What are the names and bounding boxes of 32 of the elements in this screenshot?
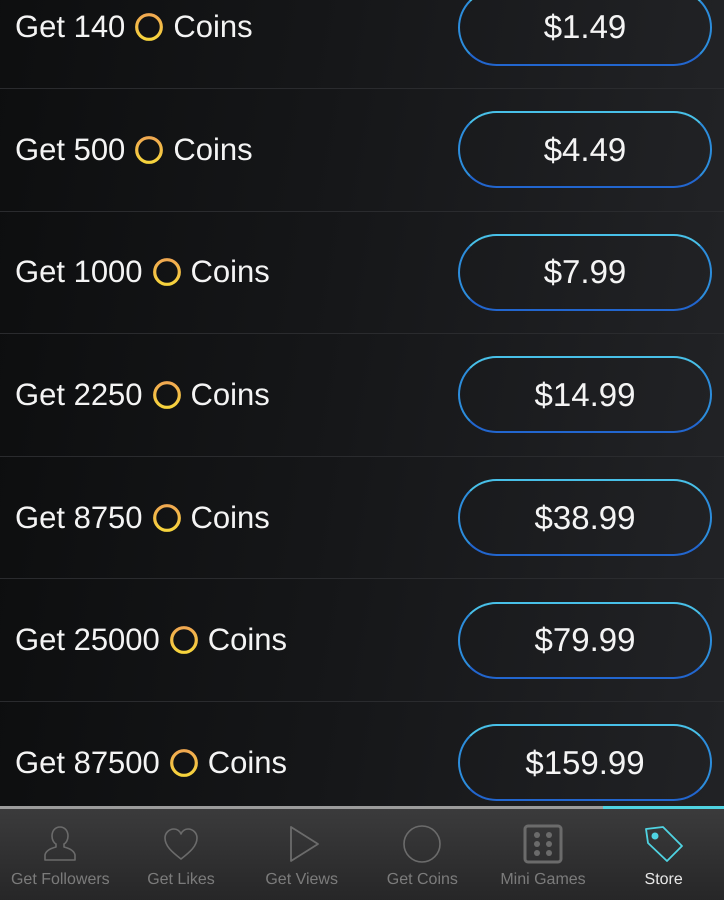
coin-icon <box>135 136 164 164</box>
price-button[interactable]: $1.49 <box>458 0 712 66</box>
amount-text: Get 1000 <box>15 254 143 290</box>
circle-icon <box>401 823 444 865</box>
coin-icon <box>152 504 181 532</box>
coin-icon <box>170 626 198 654</box>
amount-text: Get 2250 <box>15 376 143 413</box>
coins-text: Coins <box>173 132 253 168</box>
coins-text: Coins <box>190 254 270 290</box>
coin-icon <box>135 13 164 42</box>
coin-icon <box>152 258 181 286</box>
price-button[interactable]: $38.99 <box>458 479 712 556</box>
amount-text: Get 25000 <box>15 622 160 658</box>
coins-text: Coins <box>208 744 288 781</box>
amount-text: Get 500 <box>15 132 126 168</box>
coins-text: Coins <box>208 622 288 658</box>
tag-icon <box>642 823 685 865</box>
tab-bar-item[interactable]: Store <box>603 806 724 900</box>
price-button[interactable]: $7.99 <box>458 234 712 311</box>
price-button[interactable]: $4.49 <box>458 111 712 188</box>
coins-text: Coins <box>173 9 253 46</box>
price-button[interactable]: $79.99 <box>458 602 712 679</box>
coin-icon <box>170 748 198 777</box>
amount-text: Get 87500 <box>15 744 160 781</box>
coins-text: Coins <box>190 500 270 536</box>
amount-text: Get 8750 <box>15 500 143 536</box>
amount-text: Get 140 <box>15 9 126 46</box>
coin-icon <box>152 380 181 409</box>
price-button[interactable]: $159.99 <box>458 724 712 802</box>
coins-text: Coins <box>190 376 270 413</box>
price-button[interactable]: $14.99 <box>458 356 712 434</box>
dice-icon <box>522 823 564 865</box>
